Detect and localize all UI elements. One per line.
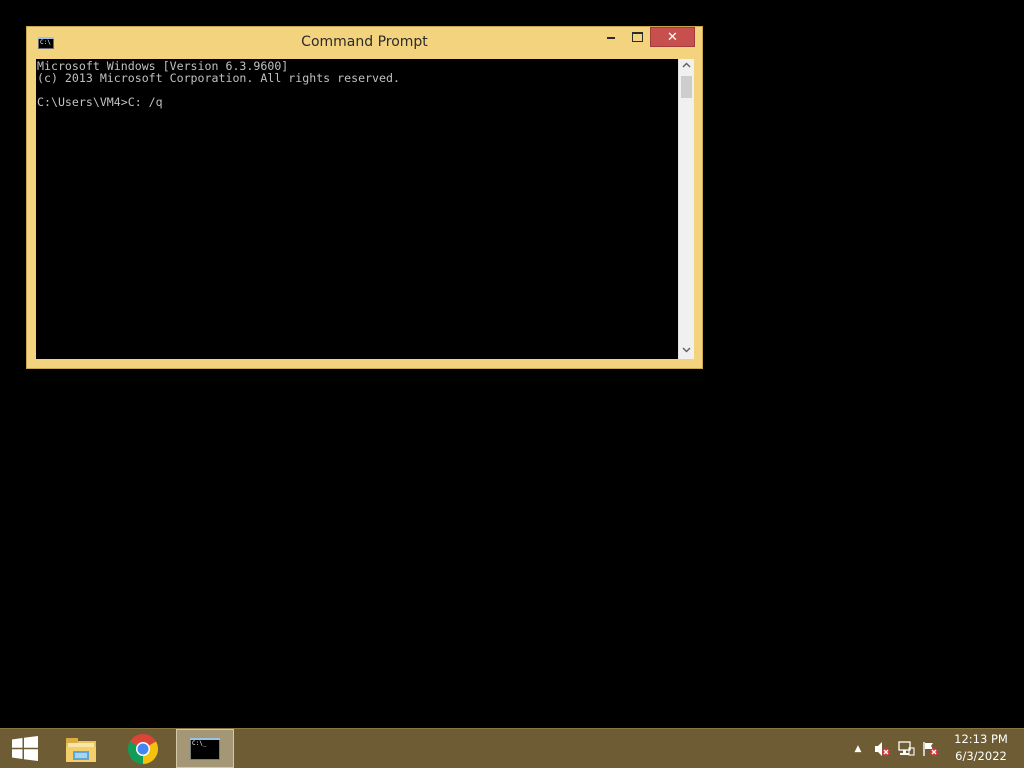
vertical-scrollbar[interactable] (678, 59, 694, 359)
desktop[interactable]: C:\ Command Prompt ✕ Microsoft Windows [… (0, 0, 1024, 728)
taskbar-file-explorer[interactable] (52, 729, 110, 768)
taskbar-chrome[interactable] (114, 729, 172, 768)
scroll-thumb[interactable] (681, 76, 692, 98)
minimize-icon (607, 36, 615, 39)
show-hidden-icons-chevron-icon[interactable]: ▲ (849, 740, 867, 758)
volume-muted-icon[interactable] (873, 740, 891, 758)
action-center-flag-icon[interactable] (921, 740, 939, 758)
taskbar: C:\_ ▲ 12:13 PM 6/3/2022 (0, 728, 1024, 768)
console-output[interactable]: Microsoft Windows [Version 6.3.9600] (c)… (36, 59, 678, 359)
windows-logo-icon (12, 736, 38, 761)
close-icon: ✕ (667, 30, 678, 45)
taskbar-command-prompt[interactable]: C:\_ (176, 729, 234, 768)
close-button[interactable]: ✕ (650, 27, 695, 47)
scroll-down-icon[interactable] (679, 344, 694, 359)
chrome-icon (127, 734, 159, 764)
cmd-taskbar-icon-text: C:\_ (192, 740, 207, 747)
folder-icon (66, 738, 96, 762)
console-line: (c) 2013 Microsoft Corporation. All righ… (37, 71, 400, 85)
minimize-button[interactable] (598, 27, 624, 47)
clock-date: 6/3/2022 (955, 749, 1007, 763)
console-prompt-line: C:\Users\VM4>C: /q (37, 95, 163, 109)
system-clock[interactable]: 12:13 PM 6/3/2022 (946, 731, 1016, 765)
title-bar[interactable]: C:\ Command Prompt ✕ (27, 27, 702, 58)
network-icon[interactable] (897, 740, 915, 758)
start-button[interactable] (5, 729, 45, 768)
command-prompt-window[interactable]: C:\ Command Prompt ✕ Microsoft Windows [… (26, 26, 703, 369)
maximize-icon (631, 31, 643, 42)
cmd-icon: C:\_ (190, 738, 220, 760)
scroll-up-icon[interactable] (679, 59, 694, 74)
maximize-button[interactable] (624, 27, 650, 47)
clock-time: 12:13 PM (954, 732, 1008, 746)
